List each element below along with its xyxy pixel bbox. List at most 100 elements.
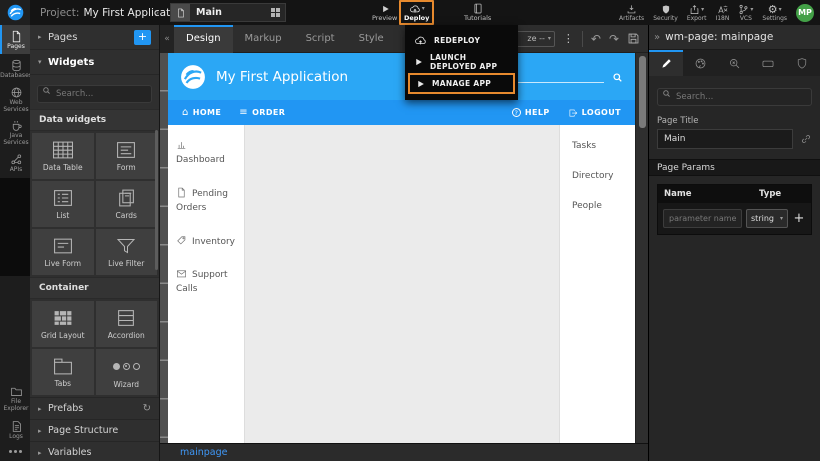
search-icon[interactable] [612,72,623,83]
widget-tile-tabs[interactable]: Tabs [32,349,94,395]
logs-icon [10,420,23,433]
app-preview: My First Application ⌂ HOME ≡ [168,53,635,443]
tab-style[interactable]: Style [347,25,396,53]
tab-design[interactable]: Design [174,25,233,53]
left-rail: Pages Databases Web Services Java Servic… [0,25,30,461]
widget-tile-accordion[interactable]: Accordion [96,301,158,347]
artifacts-button[interactable]: Artifacts [619,0,644,25]
widgets-section-header[interactable]: ▾ Widgets [30,50,159,75]
user-avatar[interactable]: MP [796,4,814,22]
sidebar-item-databases[interactable]: Databases [0,54,30,83]
tab-properties[interactable] [649,50,683,76]
properties-search-input[interactable] [657,88,812,106]
bind-link-icon[interactable] [800,133,812,145]
refresh-icon[interactable]: ↻ [143,403,151,414]
folder-icon [10,385,23,398]
tab-styles[interactable] [683,50,717,76]
page-structure-section-header[interactable]: ▸ Page Structure [30,419,159,441]
widget-tile-form[interactable]: Form [96,133,158,179]
app-title[interactable]: My First Application [216,69,348,85]
play-icon [416,79,425,89]
chevron-right-icon: ▸ [38,33,48,41]
variables-section-header[interactable]: ▸ Variables [30,441,159,461]
export-button[interactable]: ▾ Export [687,0,707,25]
widget-tile-list[interactable]: List [32,181,94,227]
branch-icon [738,4,749,15]
app-menu-pending-orders[interactable]: Pending Orders [176,187,236,216]
app-menu-support-calls[interactable]: Support Calls [176,268,236,297]
sidebar-item-pages[interactable]: Pages [0,25,30,54]
sidebar-item-web-services[interactable]: Web Services [0,83,30,116]
deploy-button[interactable]: ▾ Deploy [399,0,434,25]
widget-tile-wizard[interactable]: Wizard [96,349,158,395]
breadcrumb[interactable]: mainpage [180,447,227,458]
wavemaker-logo-icon[interactable] [0,0,30,25]
cloud-upload-icon [414,35,427,46]
app-logo-icon [180,64,206,90]
settings-button[interactable]: ⚙ ▾ Settings [762,0,787,25]
app-side-people[interactable]: People [572,201,635,211]
canvas-toolbar: « Design Markup Script Style {x} ze -- ▾… [160,25,648,53]
i18n-button[interactable]: I18N [715,0,729,25]
app-menu-inventory[interactable]: Inventory [176,235,236,249]
app-nav-home[interactable]: ⌂ HOME [182,107,221,118]
tab-events[interactable] [717,50,751,76]
canvas-scrollbar[interactable] [635,53,648,443]
tab-security[interactable] [785,50,819,76]
param-type-select[interactable]: string ▾ [746,209,788,228]
preview-button[interactable]: Preview [372,0,397,25]
grid-layout-icon [51,308,75,328]
tab-markup[interactable]: Markup [233,25,294,53]
menu-item-redeploy[interactable]: REDEPLOY [405,30,518,51]
pages-section-header[interactable]: ▸ Pages + [30,25,159,50]
widget-tile-live-form[interactable]: Live Form [32,229,94,275]
sidebar-item-java-services[interactable]: Java Services [0,116,30,149]
menu-item-launch-deployed-app[interactable]: LAUNCH DEPLOYED APP [405,51,518,72]
vcs-button[interactable]: ▾ VCS [738,0,753,25]
page-dashboard-icon[interactable] [271,8,280,17]
palette-scrollbar[interactable] [155,130,158,270]
widget-tile-live-filter[interactable]: Live Filter [96,229,158,275]
widget-search-input[interactable] [37,85,152,103]
save-icon[interactable] [627,32,640,45]
app-menu-dashboard[interactable]: Dashboard [176,139,236,168]
kebab-menu-icon[interactable]: ⋮ [563,32,574,45]
menu-item-manage-app[interactable]: MANAGE APP [408,73,515,94]
sidebar-item-apis[interactable]: APIs [0,149,30,178]
widget-tile-data-table[interactable]: Data Table [32,133,94,179]
redo-icon[interactable]: ↷ [609,33,619,45]
widget-tile-cards[interactable]: Cards [96,181,158,227]
app-nav-logout[interactable]: LOGOUT [568,108,621,118]
app-content-area[interactable] [245,125,559,443]
api-nodes-icon [10,153,23,166]
add-page-button[interactable]: + [134,30,151,45]
prefabs-section-header[interactable]: ▸ Prefabs ↻ [30,397,159,419]
app-header-widget[interactable]: My First Application [168,53,635,100]
sidebar-item-logs[interactable]: Logs [0,415,30,444]
scrollbar-thumb[interactable] [639,56,646,128]
undo-icon[interactable]: ↶ [591,33,601,45]
app-side-tasks[interactable]: Tasks [572,141,635,151]
expand-right-panel-icon[interactable]: » [654,32,660,43]
param-name-input[interactable] [663,209,742,228]
widget-tile-grid-layout[interactable]: Grid Layout [32,301,94,347]
form-icon [114,140,138,160]
more-options-icon[interactable] [0,444,30,461]
page-title-input[interactable] [657,129,793,149]
shield-outline-icon [796,57,808,70]
app-side-directory[interactable]: Directory [572,171,635,181]
security-button[interactable]: Security [653,0,678,25]
cloud-upload-icon [409,4,421,14]
sidebar-item-file-explorer[interactable]: File Explorer [0,382,30,415]
tab-device[interactable] [751,50,785,76]
page-selector[interactable]: Main [170,3,286,22]
app-nav-help[interactable]: ? HELP [512,108,550,117]
selected-widget-title: wm-page: mainpage [665,31,773,43]
cards-icon [115,188,137,208]
chevron-down-icon: ▾ [422,5,425,12]
app-nav-order[interactable]: ≡ ORDER [239,107,285,118]
tab-script[interactable]: Script [294,25,347,53]
tutorials-button[interactable]: Tutorials [464,0,491,25]
collapse-left-panel-icon[interactable]: « [160,25,174,53]
add-param-button[interactable]: + [792,211,806,226]
